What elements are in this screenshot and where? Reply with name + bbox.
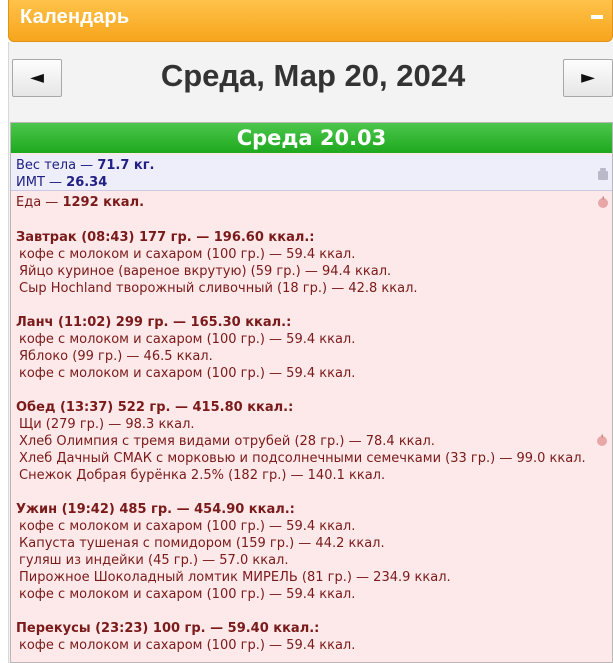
meal-title-snacks: Перекусы (23:23) 100 гр. — 59.40 ккал.:	[16, 621, 320, 636]
food-item[interactable]: гуляш из индейки (45 гр.) — 57.0 ккал.	[19, 552, 288, 569]
bmi-value: 26.34	[66, 175, 108, 190]
meal-title-dinner: Обед (13:37) 522 гр. — 415.80 ккал.:	[16, 400, 294, 415]
collapse-icon[interactable]	[590, 8, 604, 22]
scale-icon[interactable]	[597, 168, 609, 180]
day-header[interactable]: Среда 20.03	[11, 123, 612, 153]
next-day-button[interactable]: ►	[563, 59, 613, 97]
food-item[interactable]: Яйцо куриное (вареное вкрутую) (59 гр.) …	[19, 263, 391, 280]
food-item[interactable]: Снежок Добрая бурёнка 2.5% (182 гр.) — 1…	[19, 467, 385, 484]
food-item[interactable]: кофе с молоком и сахаром (100 гр.) — 59.…	[19, 586, 355, 603]
meal-icon[interactable]	[596, 434, 608, 446]
date-title: Среда, Мар 20, 2024	[160, 58, 466, 93]
food-item[interactable]: Сыр Hochland творожный сливочный (18 гр.…	[19, 280, 418, 297]
food-item[interactable]: кофе с молоком и сахаром (100 гр.) — 59.…	[19, 246, 355, 263]
weight-value: 71.7 кг.	[97, 158, 155, 173]
food-item[interactable]: Капуста тушеная с помидором (159 гр.) — …	[19, 535, 385, 552]
bmi-line: ИМТ — 26.34	[16, 174, 107, 191]
apple-icon[interactable]	[597, 196, 609, 208]
food-item[interactable]: кофе с молоком и сахаром (100 гр.) — 59.…	[19, 518, 355, 535]
food-label: Еда —	[16, 195, 63, 210]
food-item[interactable]: Яблоко (99 гр.) — 46.5 ккал.	[19, 348, 213, 365]
calendar-panel-header[interactable]: Календарь	[8, 0, 613, 42]
food-item[interactable]: кофе с молоком и сахаром (100 гр.) — 59.…	[19, 365, 355, 382]
food-item[interactable]: Хлеб Дачный СМАК с морковью и подсолнечн…	[19, 450, 586, 467]
food-item[interactable]: Пирожное Шоколадный ломтик МИРЕЛЬ (81 гр…	[19, 569, 451, 586]
food-item[interactable]: Хлеб Олимпия с тремя видами отрубей (28 …	[19, 433, 435, 450]
food-item[interactable]: кофе с молоком и сахаром (100 гр.) — 59.…	[19, 637, 355, 654]
food-total-line: Еда — 1292 ккал.	[16, 194, 144, 211]
food-item[interactable]: Щи (279 гр.) — 98.3 ккал.	[19, 416, 195, 433]
bmi-label: ИМТ —	[16, 175, 67, 190]
weight-label: Вес тела —	[16, 158, 98, 173]
food-item[interactable]: кофе с молоком и сахаром (100 гр.) — 59.…	[19, 331, 355, 348]
prev-day-button[interactable]: ◄	[12, 59, 62, 97]
meal-title-supper: Ужин (19:42) 485 гр. — 454.90 ккал.:	[16, 502, 295, 517]
panel-title: Календарь	[20, 6, 130, 28]
food-value: 1292 ккал.	[62, 195, 145, 210]
meal-title-lunch: Ланч (11:02) 299 гр. — 165.30 ккал.:	[16, 315, 292, 330]
weight-line: Вес тела — 71.7 кг.	[16, 157, 154, 174]
meal-title-breakfast: Завтрак (08:43) 177 гр. — 196.60 ккал.:	[16, 230, 315, 245]
